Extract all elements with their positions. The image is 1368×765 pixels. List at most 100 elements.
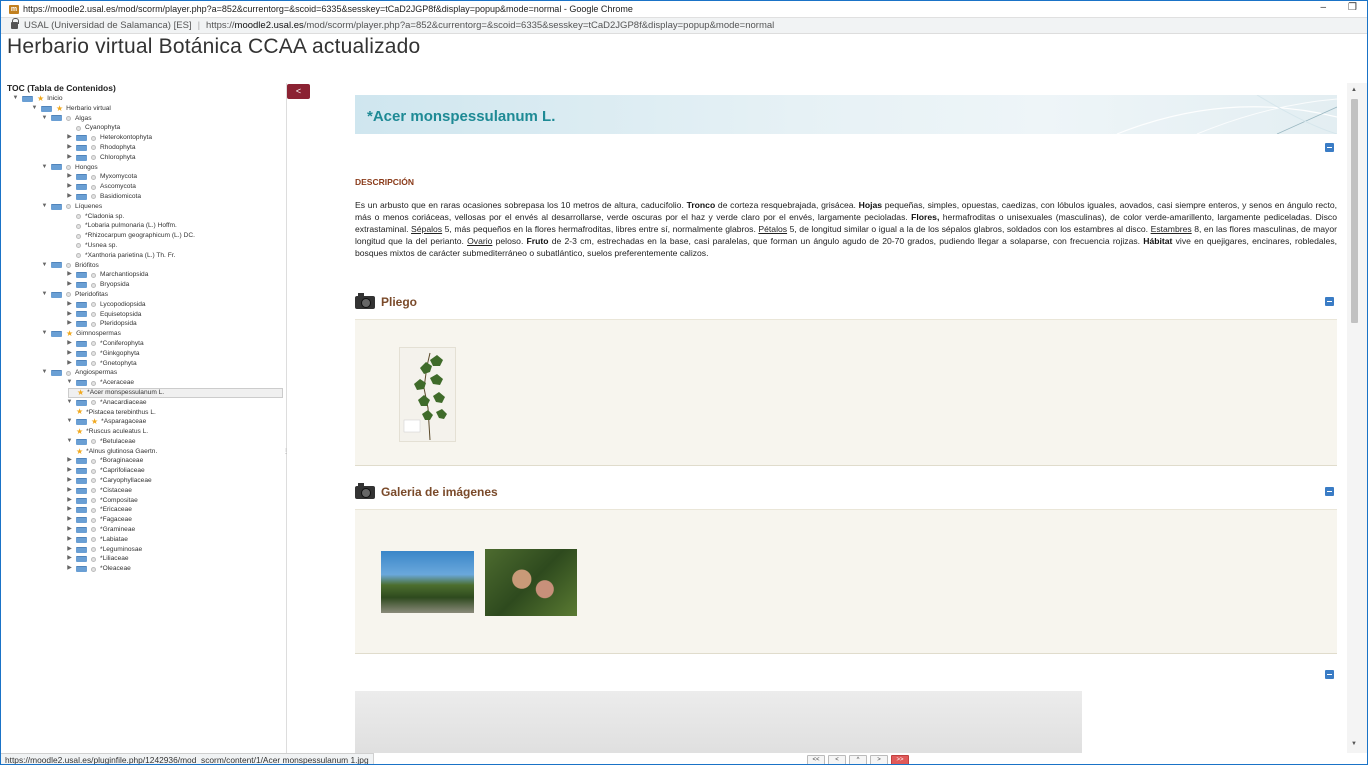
expanded-arrow-icon[interactable]: ▼	[31, 104, 38, 114]
large-image[interactable]	[355, 691, 1082, 753]
toc-item[interactable]: ▼ *Anacardiaceae	[1, 398, 286, 408]
toc-item[interactable]: ▶ Ascomycota	[1, 182, 286, 192]
toc-item[interactable]: ★ *Alnus glutinosa Gaertn.	[1, 447, 286, 457]
collapsed-arrow-icon[interactable]: ▶	[66, 310, 73, 320]
collapsed-arrow-icon[interactable]: ▶	[66, 486, 73, 496]
toc-item[interactable]: ▶ Pteridopsida	[1, 319, 286, 329]
toc-item[interactable]: ▼ Briófitos	[1, 261, 286, 271]
toc-item[interactable]: *Xanthoria parietina (L.) Th. Fr.	[1, 251, 286, 261]
toc-item[interactable]: ▼ *Aceraceae	[1, 378, 286, 388]
toc-item[interactable]: ★ *Acer monspessulanum L.	[68, 387, 283, 398]
collapse-gallery-button[interactable]	[1325, 487, 1334, 496]
collapsed-arrow-icon[interactable]: ▶	[66, 280, 73, 290]
collapsed-arrow-icon[interactable]: ▶	[66, 319, 73, 329]
collapsed-arrow-icon[interactable]: ▶	[66, 339, 73, 349]
next-one-button[interactable]: >	[870, 755, 888, 764]
toc-splitter[interactable]	[286, 83, 287, 753]
toc-item[interactable]: ▼ Líquenes	[1, 202, 286, 212]
toc-item[interactable]: ★ *Ruscus aculeatus L.	[1, 427, 286, 437]
collapsed-arrow-icon[interactable]: ▶	[66, 359, 73, 369]
toc-item[interactable]: ▶ Basidiomicota	[1, 192, 286, 202]
toc-item[interactable]: ▶ Heterokontophyta	[1, 133, 286, 143]
toc-item[interactable]: ▶ *Leguminosae	[1, 545, 286, 555]
collapsed-arrow-icon[interactable]: ▶	[66, 515, 73, 525]
collapsed-arrow-icon[interactable]: ▶	[66, 505, 73, 515]
toc-item[interactable]: ▼ Pteridofitas	[1, 290, 286, 300]
toc-item[interactable]: ▶ Marchantiopsida	[1, 270, 286, 280]
collapsed-arrow-icon[interactable]: ▶	[66, 133, 73, 143]
toc-item[interactable]: ▶ *Liliaceae	[1, 554, 286, 564]
toc-item[interactable]: *Cladonia sp.	[1, 212, 286, 222]
toc-item[interactable]: ▼ ★ *Asparagaceae	[1, 417, 286, 427]
toc-item[interactable]: ▶ Equisetopsida	[1, 310, 286, 320]
previous-button[interactable]: <	[828, 755, 846, 764]
collapsed-arrow-icon[interactable]: ▶	[66, 554, 73, 564]
toc-item[interactable]: ▶ Chlorophyta	[1, 153, 286, 163]
collapsed-arrow-icon[interactable]: ▶	[66, 535, 73, 545]
expanded-arrow-icon[interactable]: ▼	[66, 417, 73, 427]
expanded-arrow-icon[interactable]: ▼	[66, 398, 73, 408]
scroll-up-icon[interactable]: ▲	[1351, 87, 1357, 93]
toc-item[interactable]: *Lobaria pulmonaria (L.) Hoffm.	[1, 221, 286, 231]
next-button[interactable]: >>	[891, 755, 909, 764]
toc-item[interactable]: ▼ ★ Gimnospermas	[1, 329, 286, 339]
expanded-arrow-icon[interactable]: ▼	[41, 163, 48, 173]
collapsed-arrow-icon[interactable]: ▶	[66, 172, 73, 182]
expanded-arrow-icon[interactable]: ▼	[41, 202, 48, 212]
splitter-grip-icon[interactable]: ⋮	[283, 448, 289, 455]
toc-item[interactable]: ▼ ★ Inicio	[1, 94, 286, 104]
toc-item[interactable]: ▶ Bryopsida	[1, 280, 286, 290]
collapse-description-button[interactable]	[1325, 143, 1334, 152]
toc-item[interactable]: Cyanophyta	[1, 123, 286, 133]
collapsed-arrow-icon[interactable]: ▶	[66, 270, 73, 280]
toc-item[interactable]: ▶ *Cistaceae	[1, 486, 286, 496]
toc-item[interactable]: ▶ *Caryophyllaceae	[1, 476, 286, 486]
minimize-button[interactable]: –	[1320, 2, 1326, 13]
toc-item[interactable]: ▶ *Coniferophyta	[1, 339, 286, 349]
expanded-arrow-icon[interactable]: ▼	[12, 94, 19, 104]
toc-item[interactable]: ▶ Rhodophyta	[1, 143, 286, 153]
gallery-image-fruit[interactable]	[485, 549, 577, 616]
toc-item[interactable]: ▶ Myxomycota	[1, 172, 286, 182]
toc-item[interactable]: *Usnea sp.	[1, 241, 286, 251]
toc-item[interactable]: ▶ Lycopodiopsida	[1, 300, 286, 310]
address-bar[interactable]: USAL (Universidad de Salamanca) [ES] | h…	[1, 17, 1367, 34]
expanded-arrow-icon[interactable]: ▼	[41, 368, 48, 378]
scrollbar-thumb[interactable]	[1351, 99, 1358, 323]
collapsed-arrow-icon[interactable]: ▶	[66, 182, 73, 192]
collapsed-arrow-icon[interactable]: ▶	[66, 192, 73, 202]
expanded-arrow-icon[interactable]: ▼	[41, 114, 48, 124]
collapse-pliego-button[interactable]	[1325, 297, 1334, 306]
toc-item[interactable]: ▼ Hongos	[1, 163, 286, 173]
toc-collapse-button[interactable]: <	[287, 84, 310, 99]
toc-item[interactable]: ▶ *Gramineae	[1, 525, 286, 535]
toc-item[interactable]: ▶ *Labiatae	[1, 535, 286, 545]
collapsed-arrow-icon[interactable]: ▶	[66, 456, 73, 466]
toc-item[interactable]: ▶ *Fagaceae	[1, 515, 286, 525]
toc-item[interactable]: ▼ Algas	[1, 114, 286, 124]
scroll-down-icon[interactable]: ▼	[1351, 741, 1357, 747]
collapsed-arrow-icon[interactable]: ▶	[66, 476, 73, 486]
collapsed-arrow-icon[interactable]: ▶	[66, 525, 73, 535]
toc-item[interactable]: ★ *Pistacea terebinthus L.	[1, 408, 286, 418]
toc-item[interactable]: ▶ *Ericaceae	[1, 505, 286, 515]
expanded-arrow-icon[interactable]: ▼	[41, 290, 48, 300]
toc-item[interactable]: ▶ *Boraginaceae	[1, 456, 286, 466]
collapsed-arrow-icon[interactable]: ▶	[66, 143, 73, 153]
expanded-arrow-icon[interactable]: ▼	[41, 329, 48, 339]
toc-item[interactable]: *Rhizocarpum geographicum (L.) DC.	[1, 231, 286, 241]
expanded-arrow-icon[interactable]: ▼	[66, 437, 73, 447]
collapse-section-button[interactable]	[1325, 670, 1334, 679]
toc-item[interactable]: ▶ *Caprifoliaceae	[1, 466, 286, 476]
collapsed-arrow-icon[interactable]: ▶	[66, 153, 73, 163]
toc-item[interactable]: ▶ *Oleaceae	[1, 564, 286, 574]
toc-item[interactable]: ▼ ★ Herbario virtual	[1, 104, 286, 114]
toc-item[interactable]: ▶ *Ginkgophyta	[1, 349, 286, 359]
gallery-image-tree[interactable]	[381, 551, 474, 613]
herbarium-sheet-thumbnail[interactable]	[399, 347, 456, 442]
toc-item[interactable]: ▶ *Gnetophyta	[1, 359, 286, 369]
up-button[interactable]: ^	[849, 755, 867, 764]
collapsed-arrow-icon[interactable]: ▶	[66, 300, 73, 310]
expanded-arrow-icon[interactable]: ▼	[41, 261, 48, 271]
lock-icon[interactable]	[11, 18, 19, 29]
